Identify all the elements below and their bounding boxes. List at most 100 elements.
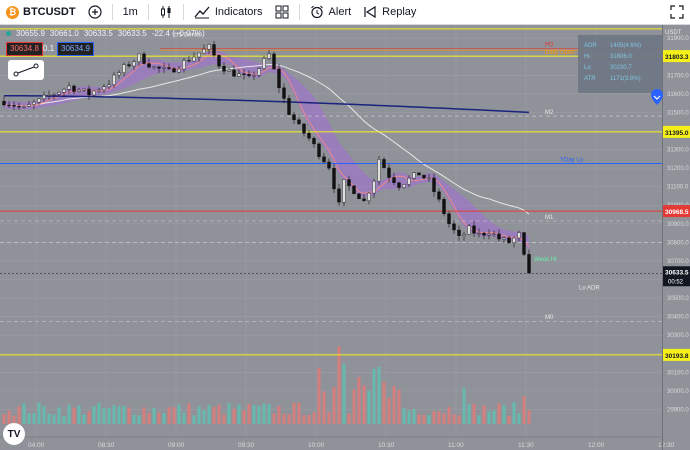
indicators-label: Indicators [214, 6, 263, 18]
candle-body [172, 68, 176, 73]
candle-body [227, 69, 231, 72]
price-tick-label: 30400.0 [667, 315, 689, 321]
divider [298, 4, 300, 20]
sell-price-box[interactable]: 30634.8 [6, 42, 43, 56]
candle-body [137, 53, 141, 62]
volume-bar [97, 402, 101, 424]
candle-body [17, 106, 21, 108]
volume-bar [297, 402, 301, 424]
candle-body [57, 92, 61, 95]
time-tick-label: 11:30 [518, 442, 534, 449]
time-tick-label: 09:30 [238, 442, 255, 449]
candle-body [102, 86, 106, 91]
time-axis[interactable]: 04:00 08:30 09:00 09:30 10:00 10:30 11:00 11:30… [0, 436, 675, 450]
spread-value: 0.1 [43, 44, 55, 53]
candle-body [152, 66, 156, 68]
ma-200-line [3, 94, 530, 114]
volume-bar [477, 415, 481, 424]
candle-body [22, 106, 26, 108]
volume-bar [317, 368, 321, 424]
volume-bar [42, 406, 46, 424]
volume-bar [337, 346, 341, 424]
volume-bar [227, 403, 231, 424]
level-label: Daily Open [545, 50, 575, 56]
candle-body [482, 232, 486, 236]
currency-label: USDT [665, 30, 682, 36]
replay-button[interactable]: Replay [357, 0, 422, 24]
volume-bar [217, 404, 221, 424]
price-tick-label: 31700.0 [667, 73, 689, 79]
volume-bar [402, 408, 406, 424]
volume-bar [352, 389, 356, 424]
volume-bar [362, 385, 366, 424]
price-tick-label: 31500.0 [667, 110, 689, 116]
volume-bar [357, 377, 361, 424]
volume-bar [502, 404, 506, 424]
dashed-level-label: M1 [545, 215, 554, 221]
volume-bar [492, 410, 496, 424]
candle-body [37, 98, 41, 103]
candle-body [252, 75, 256, 77]
candle-body [147, 63, 151, 68]
alert-button[interactable]: Alert [304, 0, 358, 24]
top-toolbar: ₿ BTCUSDT 1m Indicators Alert Replay [0, 0, 690, 25]
candle-body [292, 114, 296, 121]
ohlc-open: 30655.9 [16, 29, 45, 38]
countdown-label: 00:52 [668, 279, 684, 285]
candle-body [7, 104, 11, 106]
volume-bar [457, 415, 461, 424]
candle-body [412, 172, 416, 179]
candle-body [27, 104, 31, 107]
buy-price-box[interactable]: 30634.9 [57, 42, 94, 56]
volume-bar [182, 412, 186, 424]
level-label: PD [545, 42, 554, 48]
level-label: YDay Lo [560, 157, 584, 163]
indicators-button[interactable]: Indicators [188, 0, 269, 24]
price-tick-label: 30700.0 [667, 259, 689, 265]
fullscreen-button[interactable] [664, 0, 690, 24]
drawing-tool-button[interactable] [8, 60, 44, 80]
expand-icon [670, 5, 684, 19]
location-marker-icon[interactable] [650, 88, 664, 106]
info-row: ATR 1171(3.8%) [578, 74, 662, 85]
candle-body [472, 225, 476, 234]
compare-button[interactable] [82, 0, 108, 24]
time-tick-label: 12:00 [588, 442, 605, 449]
status-dot [6, 31, 11, 36]
candle-body [447, 213, 451, 225]
interval-selector[interactable]: 1m [117, 0, 144, 24]
price-tick-label: 31900.0 [667, 36, 689, 42]
chart-area[interactable]: PD Daily Open 31803.3 31395.0 YDay Lo 30968.5… [0, 25, 690, 450]
volume-bars [2, 346, 531, 424]
volume-bar [107, 407, 111, 424]
candle-body [132, 61, 136, 67]
candle-body [507, 237, 511, 244]
chart-type-button[interactable] [153, 0, 179, 24]
candle-body [232, 69, 236, 77]
volume-bar [342, 364, 346, 424]
candle-body [437, 191, 441, 200]
volume-bar [67, 404, 71, 424]
volume-bar [112, 405, 116, 424]
symbol-selector[interactable]: ₿ BTCUSDT [0, 0, 82, 24]
candle-body [417, 172, 421, 176]
volume-bar [412, 409, 416, 424]
candle-body [92, 90, 96, 96]
volume-bar [117, 406, 121, 424]
candle-body [167, 67, 171, 69]
candle-body [492, 233, 496, 235]
candle-body [272, 53, 276, 70]
volume-bar [212, 406, 216, 424]
candle-body [62, 89, 66, 93]
volume-bar [467, 404, 471, 424]
volume-bar [82, 414, 86, 424]
volume-bar [247, 403, 251, 424]
candle-body [127, 64, 131, 67]
templates-button[interactable] [269, 0, 295, 24]
volume-bar [287, 414, 291, 424]
candle-body [122, 64, 126, 73]
candle-body [157, 66, 161, 69]
candle-body [362, 198, 366, 201]
time-tick-label: 09:00 [168, 442, 185, 449]
candle-body [237, 73, 241, 77]
